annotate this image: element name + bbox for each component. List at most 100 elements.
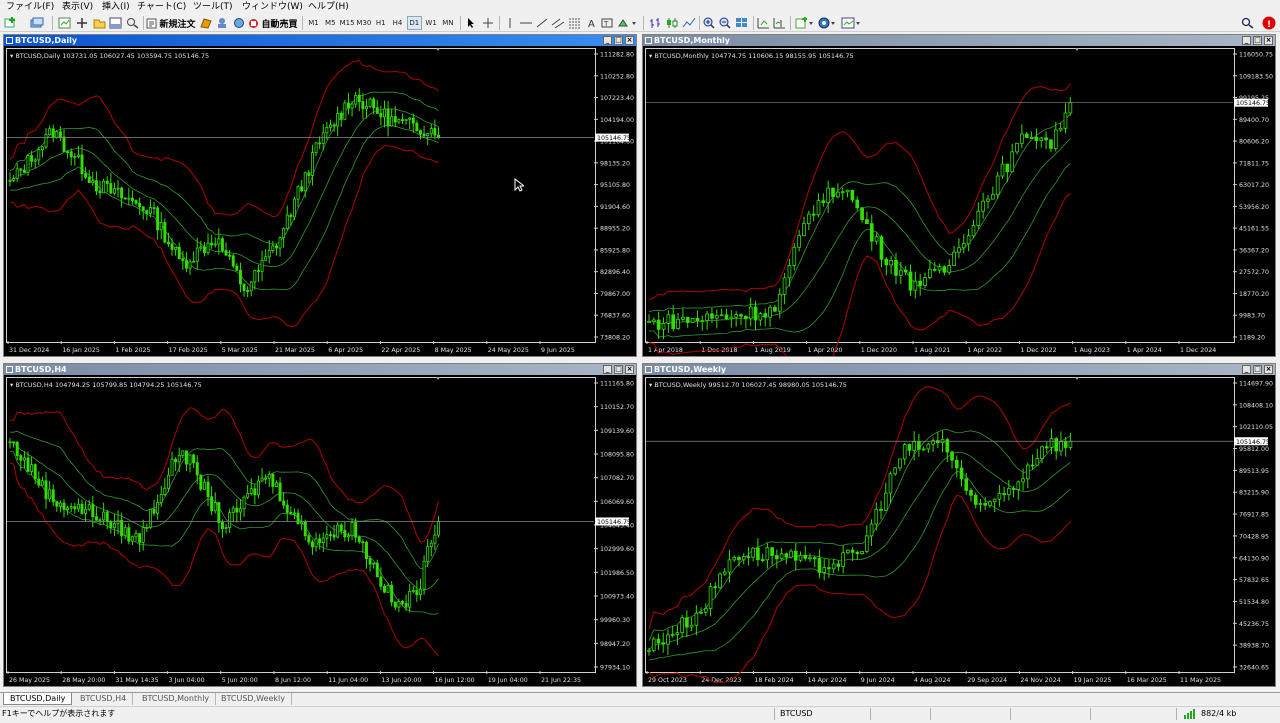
menu-chart[interactable]: チャート(C) [137,1,186,13]
menu-tools[interactable]: ツール(T) [193,1,233,13]
periodicity-icon[interactable] [818,16,838,30]
horizontal-line-icon[interactable] [519,16,533,30]
signals-icon[interactable] [215,16,229,30]
menu-insert[interactable]: 挿入(I) [102,1,130,13]
tile-windows-icon[interactable] [735,16,749,30]
shapes-icon[interactable] [617,16,639,30]
chart-window-daily[interactable]: BTCUSD,Daily _ □ × ▾ BTCUSD,Daily 103731… [3,34,637,357]
channel-icon[interactable] [551,16,565,30]
terminal-icon[interactable] [109,16,123,30]
new-chart-icon[interactable] [4,16,18,30]
timeframe-d1-button[interactable]: D1 [406,16,422,30]
y-tick-label: 95812.00 [1239,446,1269,453]
maximize-button[interactable]: □ [614,36,623,45]
chart-titlebar[interactable]: BTCUSD,Daily _ □ × [4,35,636,46]
candle-body [325,126,329,134]
minimize-button[interactable]: _ [1242,365,1251,374]
chart-shift-icon[interactable] [772,16,786,30]
tab-btcusd-h4[interactable]: BTCUSD,H4 [74,693,134,705]
indicators-icon[interactable] [795,16,815,30]
candle-body [116,187,120,190]
new-order-button[interactable]: 新規注文 [146,16,196,30]
profiles-icon[interactable] [30,16,44,30]
tab-btcusd-monthly[interactable]: BTCUSD,Monthly [136,693,217,705]
menu-file[interactable]: ファイル(F) [6,1,54,13]
close-button[interactable]: × [1264,36,1273,45]
line-chart-icon[interactable] [682,16,696,30]
candle-body [869,523,874,537]
price-chart[interactable]: ▾ BTCUSD,Daily 103731.05 106027.45 10359… [4,46,636,356]
candle-body [246,492,250,498]
chart-titlebar[interactable]: BTCUSD,H4 _ □ × [4,364,636,375]
zoom-in-icon[interactable] [702,16,716,30]
price-chart[interactable]: ▾ BTCUSD,Monthly 104774.75 110606.15 981… [643,46,1275,356]
maximize-button[interactable]: □ [614,365,623,374]
price-chart[interactable]: ▾ BTCUSD,H4 104794.25 105799.85 104794.2… [4,375,636,686]
candle-body [1011,488,1016,490]
vertical-line-icon[interactable] [503,16,517,30]
metaeditor-icon[interactable] [199,16,213,30]
notification-icon[interactable]: ! [1262,16,1276,30]
minimize-button[interactable]: _ [603,36,612,45]
y-tick-label: 98135.20 [600,160,630,167]
crosshair-icon[interactable] [481,16,495,30]
candlestick-icon[interactable] [665,16,679,30]
menu-window[interactable]: ウィンドウ(W) [242,1,303,13]
timeframe-h1-button[interactable]: H1 [373,16,388,30]
minimize-button[interactable]: _ [603,365,612,374]
close-button[interactable]: × [625,36,634,45]
timeframe-m5-button[interactable]: M5 [323,16,338,30]
label-icon[interactable]: T [600,16,614,30]
maximize-button[interactable]: □ [1253,365,1262,374]
data-window-icon[interactable] [75,16,89,30]
y-tick-label: 32640.65 [1239,665,1269,672]
timeframe-m30-button[interactable]: M30 [356,16,371,30]
text-icon[interactable]: A [585,16,599,30]
x-tick-label: 1 Dec 2020 [861,347,897,354]
menu-help[interactable]: ヘルプ(H) [308,1,349,13]
chart-window-h4[interactable]: BTCUSD,H4 _ □ × ▾ BTCUSD,H4 104794.25 10… [3,363,637,687]
candle-body [874,236,879,242]
templates-icon[interactable] [841,16,863,30]
market-icon[interactable] [232,16,246,30]
timeframe-w1-button[interactable]: W1 [424,16,439,30]
timeframe-m15-button[interactable]: M15 [340,16,355,30]
candle-body [737,556,741,561]
timeframe-mn-button[interactable]: MN [440,16,455,30]
minimize-button[interactable]: _ [1242,36,1251,45]
x-tick-label: 8 May 2025 [435,347,472,354]
chart-window-weekly[interactable]: BTCUSD,Weekly _ □ × ▾ BTCUSD,Weekly 9951… [642,363,1276,687]
candle-body [714,315,719,319]
current-price-label: 105146.75 [597,135,631,142]
candle-body [282,500,286,506]
auto-trading-button[interactable]: 自動売買 [248,16,298,30]
market-watch-icon[interactable] [58,16,72,30]
chart-titlebar[interactable]: BTCUSD,Monthly _ □ × [643,35,1275,46]
tab-btcusd-weekly[interactable]: BTCUSD,Weekly [215,693,293,705]
trendline-icon[interactable] [535,16,549,30]
candle-body [37,478,41,486]
close-button[interactable]: × [625,365,634,374]
close-button[interactable]: × [1264,365,1273,374]
fibonacci-icon[interactable] [568,16,582,30]
candle-body [865,219,869,224]
chart-window-monthly[interactable]: BTCUSD,Monthly _ □ × ▾ BTCUSD,Monthly 10… [642,34,1276,357]
search-icon[interactable] [1241,16,1255,30]
timeframe-h4-button[interactable]: H4 [390,16,405,30]
tab-btcusd-daily[interactable]: BTCUSD,Daily [3,693,73,705]
current-price-label: 105146.75 [1236,100,1270,107]
strategy-tester-icon[interactable] [126,16,140,30]
navigator-icon[interactable] [92,16,106,30]
cursor-icon[interactable] [464,16,478,30]
candle-body [127,197,131,200]
bar-chart-icon[interactable] [648,16,662,30]
autoscroll-icon[interactable] [756,16,770,30]
x-tick-label: 11 May 2025 [1180,677,1221,684]
menu-view[interactable]: 表示(V) [62,1,93,13]
chart-titlebar[interactable]: BTCUSD,Weekly _ □ × [643,364,1275,375]
timeframe-m1-button[interactable]: M1 [306,16,321,30]
maximize-button[interactable]: □ [1253,36,1262,45]
zoom-out-icon[interactable] [718,16,732,30]
price-chart[interactable]: ▾ BTCUSD,Weekly 99512.70 106027.45 98980… [643,375,1275,686]
candle-body [73,506,77,510]
